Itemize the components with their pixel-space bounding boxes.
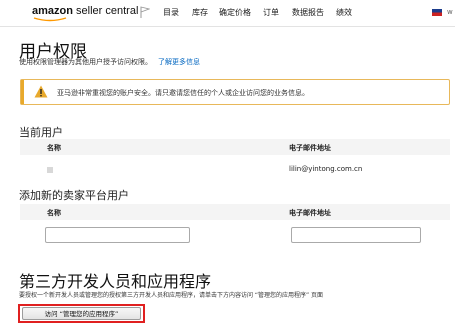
nav-pricing[interactable]: 确定价格 <box>219 7 251 18</box>
warning-icon <box>34 85 48 98</box>
learn-more-link[interactable]: 了解更多信息 <box>158 58 200 66</box>
nav-catalog[interactable]: 目录 <box>163 7 179 18</box>
seller-central-logo[interactable]: amazon seller central <box>32 5 139 22</box>
name-column-header: 名称 <box>47 209 61 217</box>
email-column-header: 电子邮件地址 <box>289 144 331 152</box>
alert-stripe <box>21 80 24 104</box>
nav-inventory[interactable]: 库存 <box>192 7 208 18</box>
language-selector[interactable]: w <box>447 8 453 16</box>
logo-suffix: seller central <box>72 5 139 17</box>
add-user-table-header: 名称 电子邮件地址 <box>20 204 450 220</box>
nav-reports[interactable]: 数据报告 <box>292 7 324 18</box>
name-column-header: 名称 <box>47 144 61 152</box>
page-description-text: 使用权限管理器为其他用户授予访问权限。 <box>19 58 152 66</box>
new-user-email-input[interactable] <box>291 227 421 243</box>
current-users-table-header: 名称 电子邮件地址 <box>20 139 450 155</box>
manage-apps-button[interactable]: 访问 “管理您的应用程序” <box>22 307 141 320</box>
third-party-title: 第三方开发人员和应用程序 <box>19 272 212 291</box>
country-flag-icon[interactable] <box>432 9 442 16</box>
nav-orders[interactable]: 订单 <box>263 7 279 18</box>
page-description: 使用权限管理器为其他用户授予访问权限。 了解更多信息 <box>19 57 200 67</box>
logo-brand: amazon <box>32 5 73 17</box>
third-party-description: 要授权一个新开发人员或管理您的授权第三方开发人员和应用程序，请单击下方内容访问 … <box>19 292 324 299</box>
nav-performance[interactable]: 绩效 <box>336 7 352 18</box>
add-user-title: 添加新的卖家平台用户 <box>19 189 129 202</box>
smile-arrow-icon <box>33 17 67 22</box>
new-user-name-input[interactable] <box>45 227 190 243</box>
user-row-checkbox[interactable] <box>47 167 53 173</box>
email-column-header: 电子邮件地址 <box>289 209 331 217</box>
security-warning-alert: 亚马逊非常重视您的账户安全。请只邀请您信任的个人或企业访问您的业务信息。 <box>20 79 450 105</box>
current-users-title: 当前用户 <box>19 126 63 139</box>
alert-message: 亚马逊非常重视您的账户安全。请只邀请您信任的个人或企业访问您的业务信息。 <box>57 89 309 97</box>
user-email: lilin@yintong.com.cn <box>289 165 363 173</box>
top-navigation: amazon seller central 目录 库存 确定价格 订单 数据报告… <box>0 0 455 27</box>
flag-icon[interactable] <box>140 6 150 18</box>
